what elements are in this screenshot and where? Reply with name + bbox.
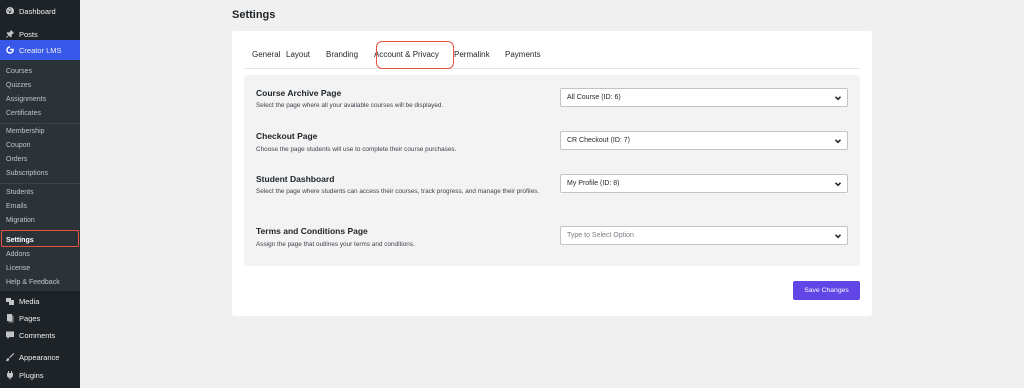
tab-permalink[interactable]: Permalink (454, 43, 505, 67)
checkout-desc: Choose the page students will use to com… (256, 146, 457, 153)
tab-label: Payments (505, 50, 541, 59)
sidebar-item-label: Dashboard (19, 6, 56, 16)
sidebar-item-comments[interactable]: Comments (0, 324, 80, 346)
sidebar-item-creator-lms[interactable]: Creator LMS (0, 40, 80, 60)
terms-desc: Assign the page that outlines your terms… (256, 241, 415, 248)
submenu-label: Subscriptions (6, 169, 49, 177)
submenu-label: Quizzes (6, 81, 32, 89)
submenu-label: Addons (6, 250, 30, 258)
pin-icon (5, 29, 15, 39)
tab-layout[interactable]: Layout (286, 43, 326, 67)
submenu-item-membership[interactable]: Membership (0, 124, 80, 138)
submenu-label: Assignments (6, 95, 47, 103)
submenu-label: Students (6, 188, 34, 196)
submenu-label: Migration (6, 216, 35, 224)
pages-icon (5, 313, 15, 323)
checkout-title: Checkout Page (256, 131, 318, 141)
submenu-label: Coupon (6, 141, 31, 149)
chevron-down-icon (834, 232, 842, 240)
submenu-item-addons[interactable]: Addons (0, 247, 80, 261)
sidebar-item-label: Pages (19, 313, 41, 323)
submenu-item-coupon[interactable]: Coupon (0, 138, 80, 152)
select-placeholder: Type to Select Option (567, 232, 634, 239)
chevron-down-icon (834, 94, 842, 102)
submenu-label: Emails (6, 202, 28, 210)
submenu-item-orders[interactable]: Orders (0, 152, 80, 166)
select-value: My Profile (ID: 8) (567, 180, 620, 187)
tab-label: General (252, 50, 281, 59)
submenu-item-emails[interactable]: Emails (0, 199, 80, 213)
submenu-item-license[interactable]: License (0, 261, 80, 275)
submenu-item-migration[interactable]: Migration (0, 213, 80, 227)
course-archive-title: Course Archive Page (256, 88, 342, 98)
submenu-label: Orders (6, 155, 28, 163)
tabs-divider (244, 68, 860, 69)
terms-select[interactable]: Type to Select Option (560, 226, 848, 245)
tab-label: Branding (326, 50, 359, 59)
save-changes-button[interactable]: Save Changes (793, 281, 860, 300)
sidebar-item-label: Appearance (19, 352, 60, 362)
student-dashboard-title: Student Dashboard (256, 174, 335, 184)
submenu-item-students[interactable]: Students (0, 185, 80, 199)
submenu-label: Certificates (6, 109, 42, 117)
course-archive-desc: Select the page where all your available… (256, 102, 444, 109)
sidebar-item-plugins[interactable]: Plugins (0, 364, 80, 386)
dashboard-icon (5, 6, 15, 16)
appearance-icon (5, 352, 15, 362)
sidebar-item-label: Creator LMS (19, 45, 62, 55)
submenu-label: Courses (6, 67, 33, 75)
sidebar-item-label: Comments (19, 330, 56, 340)
sidebar-item-label: Plugins (19, 370, 44, 380)
submenu-item-certificates[interactable]: Certificates (0, 106, 80, 120)
tab-branding[interactable]: Branding (326, 43, 374, 67)
sidebar-item-dashboard[interactable]: Dashboard (0, 0, 80, 22)
select-value: CR Checkout (ID: 7) (567, 137, 631, 144)
select-value: All Course (ID: 6) (567, 94, 621, 101)
page-title: Settings (232, 9, 276, 21)
submenu-label: License (6, 264, 31, 272)
plugins-icon (5, 370, 15, 380)
tab-label: Permalink (454, 50, 490, 59)
tab-payments[interactable]: Payments (505, 43, 555, 67)
settings-card: General Layout Branding Account & Privac… (232, 31, 872, 316)
admin-sidebar: Dashboard Posts Creator LMS Courses Quiz… (0, 0, 80, 388)
student-dashboard-select[interactable]: My Profile (ID: 8) (560, 174, 848, 193)
sidebar-item-label: Posts (19, 29, 38, 39)
terms-title: Terms and Conditions Page (256, 226, 368, 236)
creator-lms-icon (5, 45, 15, 55)
submenu-divider (0, 183, 80, 184)
chevron-down-icon (834, 180, 842, 188)
student-dashboard-desc: Select the page where students can acces… (256, 188, 540, 195)
submenu-label: Help & Feedback (6, 278, 60, 286)
submenu-item-subscriptions[interactable]: Subscriptions (0, 166, 80, 180)
sidebar-item-label: Media (19, 296, 40, 306)
submenu-item-courses[interactable]: Courses (0, 64, 80, 78)
submenu-item-quizzes[interactable]: Quizzes (0, 78, 80, 92)
account-privacy-highlight (376, 41, 454, 69)
media-icon (5, 296, 15, 306)
tab-general[interactable]: General (244, 43, 286, 69)
submenu-item-assignments[interactable]: Assignments (0, 92, 80, 106)
comments-icon (5, 330, 15, 340)
course-archive-select[interactable]: All Course (ID: 6) (560, 88, 848, 107)
submenu-item-help-feedback[interactable]: Help & Feedback (0, 275, 80, 289)
checkout-select[interactable]: CR Checkout (ID: 7) (560, 131, 848, 150)
chevron-down-icon (834, 137, 842, 145)
settings-highlight (1, 230, 79, 247)
tab-label: Layout (286, 50, 311, 59)
submenu-label: Membership (6, 127, 45, 135)
